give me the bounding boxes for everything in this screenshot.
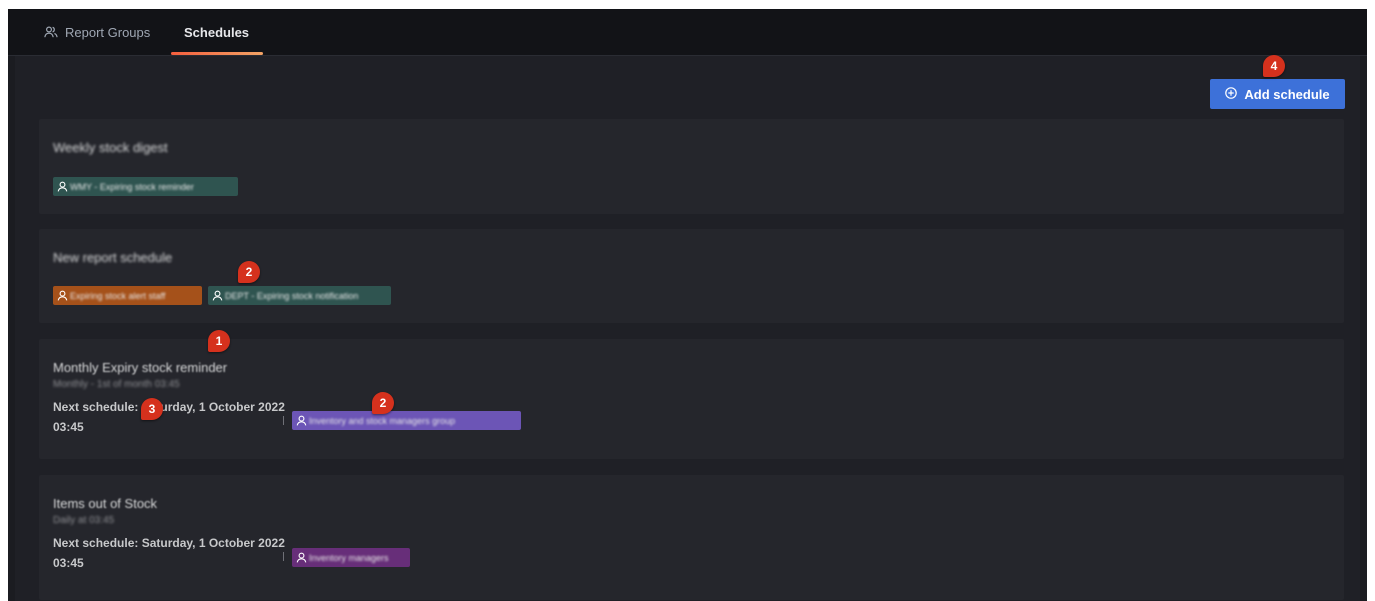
- tab-schedules[interactable]: Schedules: [171, 9, 264, 55]
- tab-report-groups-label: Report Groups: [65, 24, 151, 40]
- schedule-title: Items out of Stock: [53, 496, 158, 511]
- add-schedule-label: Add schedule: [1244, 86, 1330, 102]
- tab-report-groups[interactable]: Report Groups: [44, 9, 150, 55]
- add-schedule-button[interactable]: Add schedule: [1210, 79, 1345, 109]
- report-group-chip[interactable]: Inventory and stock managers group: [292, 411, 521, 430]
- user-icon: [212, 290, 223, 301]
- chip-label: WMY - Expiring stock reminder: [70, 181, 194, 192]
- next-schedule: Next schedule: Saturday, 1 October 2022 …: [53, 536, 285, 570]
- schedule-title: Monthly Expiry stock reminder: [53, 360, 228, 375]
- annotation-marker: 1: [208, 330, 230, 352]
- schedule-title: Weekly stock digest: [53, 140, 168, 155]
- report-group-chip[interactable]: Expiring stock alert staff: [53, 286, 202, 305]
- chip-label: Inventory managers: [309, 552, 389, 563]
- tab-bar: Report Groups Schedules: [8, 9, 1367, 56]
- annotation-marker: 2: [372, 392, 394, 414]
- users-icon: [44, 26, 58, 38]
- user-icon: [296, 552, 307, 563]
- annotation-marker: 3: [141, 398, 163, 420]
- schedule-frequency: Monthly - 1st of month 03:45: [53, 379, 180, 390]
- user-icon: [57, 290, 68, 301]
- schedule-card[interactable]: Monthly Expiry stock reminder Monthly - …: [39, 339, 1344, 459]
- report-group-chip[interactable]: Inventory managers: [292, 548, 410, 567]
- schedule-card[interactable]: New report schedule Expiring stock alert…: [39, 229, 1344, 323]
- app-frame: Report Groups Schedules Add schedule Wee…: [8, 9, 1367, 601]
- schedule-frequency: Daily at 03:45: [53, 515, 115, 526]
- user-icon: [296, 415, 307, 426]
- active-tab-indicator: [171, 52, 264, 55]
- plus-circle-icon: [1225, 86, 1238, 102]
- separator: [283, 552, 284, 561]
- report-group-chip[interactable]: WMY - Expiring stock reminder: [53, 177, 238, 196]
- annotation-marker: 2: [238, 261, 260, 283]
- report-group-chip[interactable]: DEPT - Expiring stock notification: [208, 286, 391, 305]
- user-icon: [57, 181, 68, 192]
- separator: [283, 416, 284, 425]
- annotation-marker: 4: [1263, 55, 1285, 77]
- next-schedule: Next schedule: Saturday, 1 October 2022 …: [53, 400, 285, 434]
- schedule-title: New report schedule: [53, 250, 173, 265]
- schedule-card[interactable]: Items out of Stock Daily at 03:45 Next s…: [39, 475, 1344, 600]
- chip-label: DEPT - Expiring stock notification: [225, 290, 359, 301]
- schedules-panel: Add schedule Weekly stock digest WMY - E…: [15, 55, 1360, 601]
- schedule-card[interactable]: Weekly stock digest WMY - Expiring stock…: [39, 119, 1344, 214]
- tab-schedules-label: Schedules: [184, 24, 250, 40]
- chip-label: Expiring stock alert staff: [70, 290, 166, 301]
- chip-label: Inventory and stock managers group: [309, 415, 456, 426]
